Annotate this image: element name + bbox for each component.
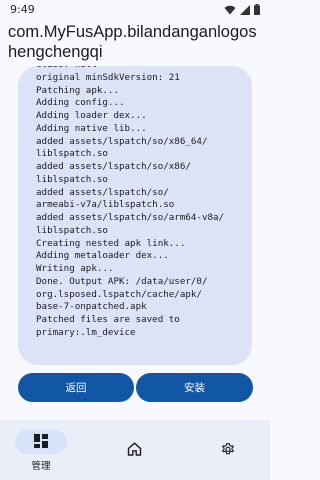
back-button[interactable]: 返回 xyxy=(18,373,134,402)
wifi-icon xyxy=(224,5,236,14)
nav-item-settings[interactable] xyxy=(180,420,270,480)
settings-gear-icon xyxy=(222,443,234,455)
status-icons xyxy=(224,4,260,15)
status-bar: 9:49 xyxy=(0,0,270,20)
dashboard-grid-icon xyxy=(34,434,48,448)
cellular-signal-icon xyxy=(240,4,250,15)
nav-item-manage-label: 管理 xyxy=(31,461,51,472)
battery-icon xyxy=(254,4,260,15)
bottom-navigation-bar: 管理 xyxy=(0,420,270,480)
install-button[interactable]: 安装 xyxy=(136,373,253,402)
home-icon xyxy=(127,442,142,456)
nav-item-home[interactable] xyxy=(90,420,180,480)
log-output-card[interactable]: class: null original minSdkVersion: 21 P… xyxy=(18,66,252,365)
app-title: com.MyFusApp.bilandanganlogoshengchengqi xyxy=(8,23,257,61)
log-output-text: class: null original minSdkVersion: 21 P… xyxy=(36,66,225,338)
nav-item-manage[interactable]: 管理 xyxy=(0,420,90,480)
status-time: 9:49 xyxy=(10,3,35,16)
